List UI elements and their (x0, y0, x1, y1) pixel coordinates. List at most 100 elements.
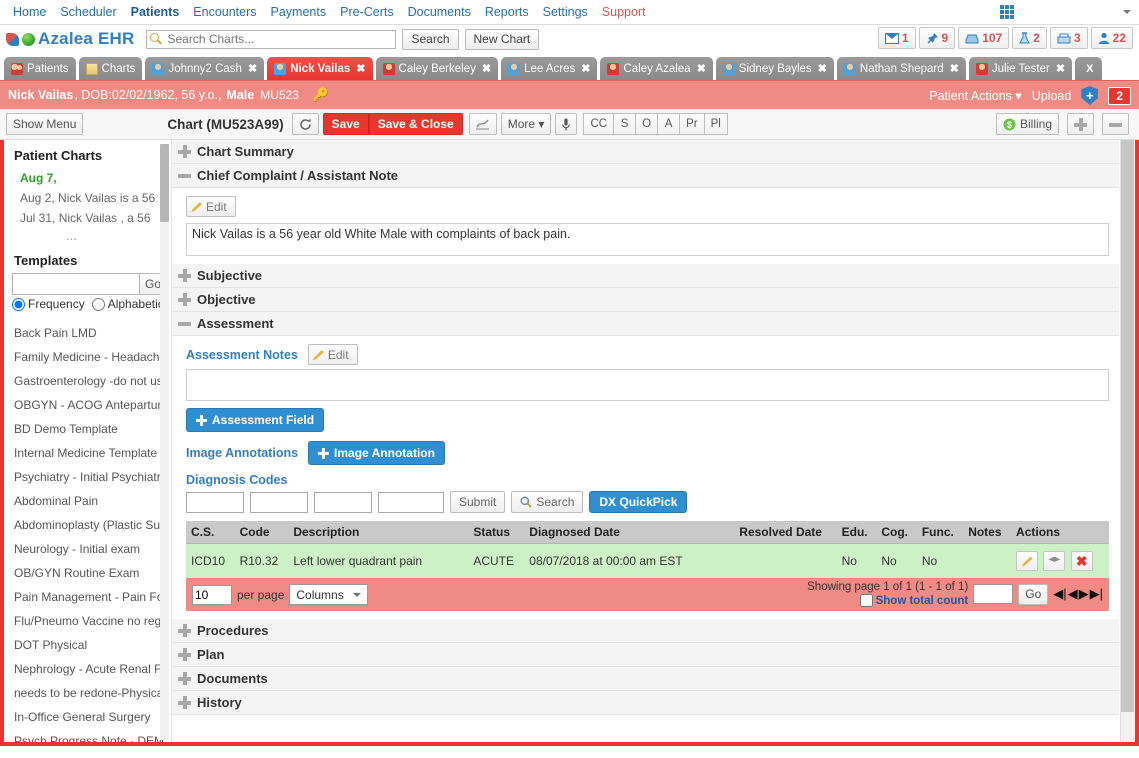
nav-item-pre-certs[interactable]: Pre-Certs (333, 5, 400, 19)
list-item[interactable]: Abdominoplasty (Plastic Sur (12, 513, 171, 537)
col-cs[interactable]: C.S. (186, 521, 235, 544)
nav-item-support[interactable]: Support (595, 5, 653, 19)
section-procedures[interactable]: Procedures (172, 619, 1119, 643)
radio-frequency-input[interactable] (12, 297, 25, 311)
section-history[interactable]: History (172, 691, 1119, 715)
user-counter[interactable]: 22 (1090, 27, 1133, 49)
nav-item-documents[interactable]: Documents (401, 5, 478, 19)
list-item[interactable]: Psychiatry - Initial Psychiatri (12, 465, 171, 489)
nav-item-reports[interactable]: Reports (478, 5, 536, 19)
col-edu[interactable]: Edu. (836, 521, 877, 544)
table-row[interactable]: ICD10 R10.32 Left lower quadrant pain AC… (186, 543, 1109, 578)
per-page-input[interactable] (192, 584, 232, 605)
list-item[interactable]: Nephrology - Acute Renal Fa (12, 657, 171, 681)
nav-item-settings[interactable]: Settings (536, 5, 595, 19)
chevron-down-icon[interactable] (1123, 10, 1131, 14)
pin-counter[interactable]: 9 (918, 27, 956, 49)
upload-button[interactable]: Upload (1032, 89, 1072, 103)
tab-sidney-bayles[interactable]: Sidney Bayles ✖ (715, 57, 834, 80)
close-icon[interactable]: ✖ (697, 62, 706, 75)
segment-pl[interactable]: Pl (704, 113, 728, 135)
upload-shield-icon[interactable]: + (1081, 86, 1099, 105)
list-item[interactable]: Psych Progress Note - DEM (12, 729, 171, 742)
segment-s[interactable]: S (614, 113, 637, 135)
close-icon[interactable]: ✖ (482, 62, 491, 75)
section-subjective[interactable]: Subjective (172, 264, 1119, 288)
tab-lee-acres[interactable]: Lee Acres ✖ (501, 57, 598, 80)
close-all-icon[interactable]: X (1086, 63, 1093, 75)
app-grid-icon[interactable] (1000, 5, 1014, 19)
microphone-button[interactable] (555, 113, 578, 135)
list-item[interactable]: OB/GYN Routine Exam (12, 561, 171, 585)
list-item[interactable]: Neurology - Initial exam (12, 537, 171, 561)
section-documents[interactable]: Documents (172, 667, 1119, 691)
page-go-button[interactable]: Go (1018, 583, 1049, 605)
list-item[interactable]: Pain Management - Pain Fo (12, 585, 171, 609)
show-total-count-link[interactable]: Show total count (876, 595, 969, 607)
tab-close-all[interactable]: X (1075, 57, 1103, 80)
key-icon[interactable]: 🔑 (313, 87, 329, 103)
row-delete-button[interactable]: ✖ (1070, 551, 1093, 571)
tab-patients[interactable]: Patients (4, 57, 76, 80)
list-item[interactable]: OBGYN - ACOG Antepartum (12, 393, 171, 417)
prev-page-icon[interactable]: ◀ (1068, 586, 1078, 602)
radio-alphabetic[interactable]: Alphabetic (91, 297, 164, 311)
dx-input-3[interactable] (314, 491, 372, 513)
col-notes[interactable]: Notes (963, 521, 1012, 544)
first-page-icon[interactable]: ◀| (1053, 586, 1066, 602)
col-diagnosed-date[interactable]: Diagnosed Date (524, 521, 735, 544)
section-chart-summary[interactable]: Chart Summary (172, 140, 1119, 164)
sidebar-scrollbar-track[interactable] (160, 144, 169, 740)
col-resolved-date[interactable]: Resolved Date (734, 521, 837, 544)
tab-julie-tester[interactable]: Julie Tester ✖ (968, 57, 1073, 80)
nav-item-payments[interactable]: Payments (264, 5, 334, 19)
search-button[interactable]: Search (402, 28, 459, 50)
chief-complaint-edit-button[interactable]: Edit (186, 196, 236, 217)
save-and-close-button[interactable]: Save & Close (368, 113, 463, 135)
section-assessment[interactable]: Assessment (172, 312, 1119, 336)
close-icon[interactable]: ✖ (1056, 62, 1065, 75)
close-icon[interactable]: ✖ (581, 62, 590, 75)
collapse-all-button[interactable] (1102, 113, 1129, 135)
more-charts-ellipsis[interactable]: ... (12, 228, 171, 243)
assessment-notes-box[interactable] (186, 369, 1109, 401)
nav-item-encounters[interactable]: Encounters (186, 5, 263, 19)
search-input[interactable] (146, 29, 397, 49)
list-item[interactable]: needs to be redone-Physica (12, 681, 171, 705)
col-code[interactable]: Code (234, 521, 289, 544)
billing-button[interactable]: $ Billing (995, 113, 1059, 135)
list-item[interactable]: Flu/Pneumo Vaccine no regi (12, 609, 171, 633)
list-item[interactable]: DOT Physical (12, 633, 171, 657)
close-icon[interactable]: ✖ (356, 62, 365, 75)
segment-a[interactable]: A (658, 113, 681, 135)
main-scrollbar-thumb[interactable] (1121, 140, 1134, 712)
tab-nick-vailas[interactable]: Nick Vailas ✖ (267, 57, 373, 80)
next-page-icon[interactable]: ▶ (1079, 586, 1089, 602)
close-icon[interactable]: ✖ (248, 62, 257, 75)
chart-link-jul-31[interactable]: Jul 31, Nick Vailas , a 56 (12, 208, 171, 228)
save-button[interactable]: Save (322, 113, 369, 135)
list-item[interactable]: Internal Medicine Template (12, 441, 171, 465)
list-item[interactable]: Back Pain LMD (12, 321, 171, 345)
columns-dropdown[interactable]: Columns (289, 584, 368, 605)
col-func[interactable]: Func. (916, 521, 964, 544)
dx-search-button[interactable]: Search (511, 491, 584, 513)
section-objective[interactable]: Objective (172, 288, 1119, 312)
nav-item-home[interactable]: Home (6, 5, 53, 19)
assessment-notes-edit-button[interactable]: Edit (307, 344, 358, 365)
add-assessment-field-button[interactable]: Assessment Field (186, 408, 325, 432)
col-status[interactable]: Status (468, 521, 525, 544)
section-chief-complaint[interactable]: Chief Complaint / Assistant Note (172, 164, 1119, 188)
signature-button[interactable] (468, 113, 497, 135)
alert-badge[interactable]: 2 (1108, 86, 1131, 105)
patient-actions-menu[interactable]: Patient Actions ▾ (929, 88, 1021, 103)
list-item[interactable]: Family Medicine - Headache (12, 345, 171, 369)
fax-counter[interactable]: 3 (1049, 27, 1088, 49)
main-scrollbar-track[interactable] (1120, 140, 1135, 742)
dx-input-4[interactable] (378, 491, 444, 513)
radio-frequency[interactable]: Frequency (12, 297, 85, 311)
more-button[interactable]: More ▾ (500, 113, 552, 135)
radio-alphabetic-input[interactable] (91, 297, 105, 311)
refresh-button[interactable] (291, 113, 319, 135)
list-item[interactable]: Abdominal Pain (12, 489, 171, 513)
